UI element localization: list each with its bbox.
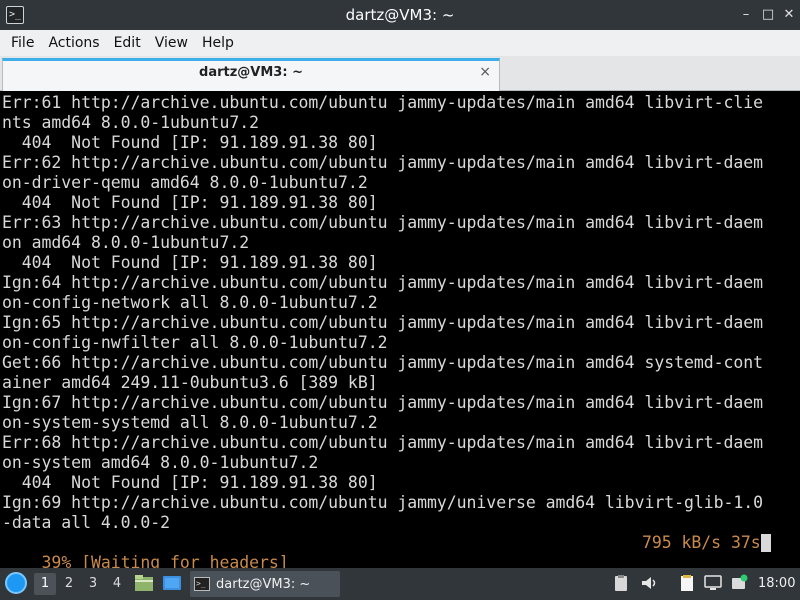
terminal-line: Ign:64 http://archive.ubuntu.com/ubuntu …	[2, 273, 764, 292]
menu-view[interactable]: View	[148, 30, 195, 56]
download-speed-eta: 795 kB/s 37s	[642, 533, 761, 552]
terminal-line: Err:62 http://archive.ubuntu.com/ubuntu …	[2, 153, 764, 172]
clock[interactable]: 18:00	[758, 568, 795, 600]
terminal-line: 404 Not Found [IP: 91.189.91.38 80]	[2, 253, 378, 272]
terminal-output[interactable]: Err:61 http://archive.ubuntu.com/ubuntu …	[0, 91, 780, 568]
terminal-line: on-system amd64 8.0.0-1ubuntu7.2	[2, 453, 319, 472]
terminal-scrollbar[interactable]	[780, 91, 800, 568]
tab-bar: dartz@VM3: ~ ×	[0, 56, 800, 91]
terminal-line: -data all 4.0.0-2	[2, 513, 171, 532]
terminal-line: 404 Not Found [IP: 91.189.91.38 80]	[2, 473, 378, 492]
terminal-small-icon: >_	[194, 577, 210, 591]
progress-status-right: 795 kB/s 37s	[642, 533, 771, 553]
close-button[interactable]: ✕	[780, 6, 798, 24]
taskbar-task-label: dartz@VM3: ~	[216, 576, 311, 592]
workspace-3[interactable]: 3	[82, 573, 104, 595]
menu-bar: File Actions Edit View Help	[0, 30, 800, 56]
notes-icon[interactable]	[678, 574, 696, 592]
terminal-line: ainer amd64 249.11-0ubuntu3.6 [389 kB]	[2, 373, 378, 392]
terminal-line: 404 Not Found [IP: 91.189.91.38 80]	[2, 193, 378, 212]
terminal-line: on-config-network all 8.0.0-1ubuntu7.2	[2, 293, 378, 312]
volume-icon[interactable]	[640, 574, 658, 592]
terminal-line: Err:68 http://archive.ubuntu.com/ubuntu …	[2, 433, 764, 452]
terminal-line: Ign:67 http://archive.ubuntu.com/ubuntu …	[2, 393, 764, 412]
terminal-line: Err:63 http://archive.ubuntu.com/ubuntu …	[2, 213, 764, 232]
tab-label: dartz@VM3: ~	[199, 65, 303, 80]
terminal-cursor	[760, 534, 771, 552]
tab-terminal[interactable]: dartz@VM3: ~ ×	[2, 58, 500, 91]
menu-edit[interactable]: Edit	[107, 30, 148, 56]
terminal-line: Ign:65 http://archive.ubuntu.com/ubuntu …	[2, 313, 764, 332]
workspace-1[interactable]: 1	[34, 573, 56, 595]
updates-icon[interactable]	[730, 574, 748, 592]
terminal-line: 404 Not Found [IP: 91.189.91.38 80]	[2, 133, 378, 152]
show-desktop-icon[interactable]	[162, 574, 182, 592]
taskbar: 1 2 3 4 >_ dartz@VM3: ~ 18:00	[0, 568, 800, 600]
file-manager-icon[interactable]	[134, 574, 154, 592]
terminal-line: on amd64 8.0.0-1ubuntu7.2	[2, 233, 250, 252]
terminal-line: Err:61 http://archive.ubuntu.com/ubuntu …	[2, 93, 764, 112]
network-icon[interactable]	[704, 574, 722, 592]
title-bar: >_ dartz@VM3: ~ – □ ✕	[0, 0, 800, 30]
menu-help[interactable]: Help	[195, 30, 241, 56]
app-launcher-icon[interactable]	[5, 572, 27, 594]
terminal-line: on-config-nwfilter all 8.0.0-1ubuntu7.2	[2, 333, 388, 352]
minimize-button[interactable]: –	[737, 6, 755, 24]
workspace-4[interactable]: 4	[106, 573, 128, 595]
terminal-line: on-driver-qemu amd64 8.0.0-1ubuntu7.2	[2, 173, 368, 192]
workspace-2[interactable]: 2	[58, 573, 80, 595]
terminal-line: Get:66 http://archive.ubuntu.com/ubuntu …	[2, 353, 764, 372]
terminal-line: on-system-systemd all 8.0.0-1ubuntu7.2	[2, 413, 378, 432]
menu-file[interactable]: File	[4, 30, 41, 56]
progress-status-line: 39% [Waiting for headers] 795 kB/s 37s	[2, 533, 780, 568]
terminal-line: nts amd64 8.0.0-1ubuntu7.2	[2, 113, 259, 132]
tab-close-icon[interactable]: ×	[479, 64, 491, 80]
window-title: dartz@VM3: ~	[345, 6, 455, 24]
taskbar-terminal-button[interactable]: >_ dartz@VM3: ~	[190, 571, 340, 597]
progress-status-left: 39% [Waiting for headers]	[41, 553, 289, 568]
clipboard-icon[interactable]	[612, 574, 630, 592]
menu-actions[interactable]: Actions	[41, 30, 106, 56]
maximize-button[interactable]: □	[759, 6, 777, 24]
terminal-line: Ign:69 http://archive.ubuntu.com/ubuntu …	[2, 493, 764, 512]
